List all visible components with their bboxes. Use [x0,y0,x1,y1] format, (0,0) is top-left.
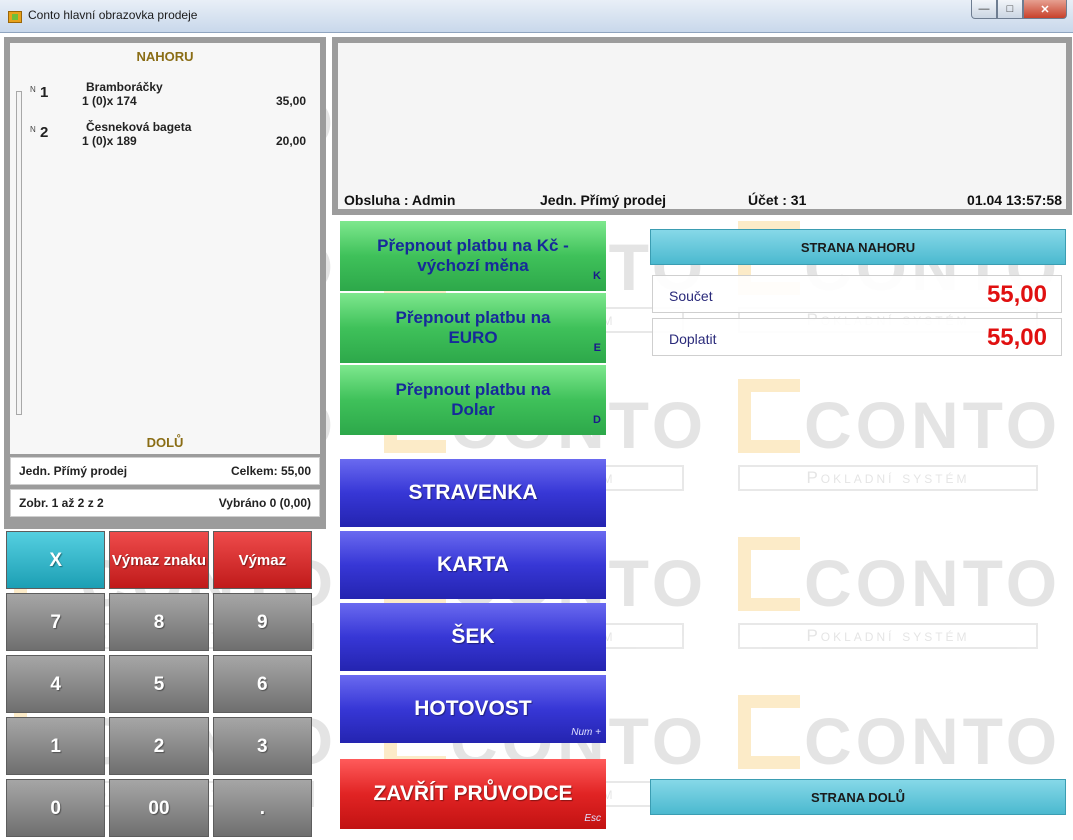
delete-button[interactable]: Výmaz [212,531,312,589]
item-price: 20,00 [275,134,306,148]
receipt-item[interactable]: N 1 Bramboráčky 1 (0)x 174 35,00 [18,80,318,121]
close-wizard-hotkey: Esc [584,813,601,824]
pay-card-button[interactable]: KARTA [340,531,606,599]
pay-cash-hotkey: Num + [571,727,601,738]
key-4[interactable]: 4 [6,655,106,713]
account-label: Účet : 31 [748,192,807,208]
due-row: Doplatit 55,00 [652,318,1062,356]
item-marker: N [30,85,36,94]
key-7[interactable]: 7 [6,593,106,651]
due-label: Doplatit [669,331,717,347]
due-value: 55,00 [986,324,1047,351]
key-8[interactable]: 8 [109,593,209,651]
maximize-icon: □ [1006,3,1014,15]
pay-euro-label: Přepnout platbu na EURO [395,308,551,347]
receipt-panel: NAHORU N 1 Bramboráčky 1 (0)x 174 35,00 … [4,37,326,529]
clear-button[interactable]: X [6,531,106,589]
page-down-button[interactable]: STRANA DOLŮ [650,779,1066,815]
page-up-button[interactable]: STRANA NAHORU [650,229,1066,265]
close-window-button[interactable]: ✕ [1023,0,1067,19]
item-quantity: 1 (0)x 189 [82,134,137,148]
display-screen: Obsluha : Admin Jedn. Přímý prodej Účet … [338,43,1066,209]
item-index: 2 [40,124,49,141]
key-9[interactable]: 9 [212,593,312,651]
item-marker: N [30,125,36,134]
app-icon [8,11,22,23]
key-00[interactable]: 00 [109,779,209,837]
backspace-button[interactable]: Výmaz znaku [109,531,209,589]
sum-value: 55,00 [986,281,1047,308]
pay-czk-label: Přepnout platbu na Kč - výchozí měna [377,236,569,275]
pay-usd-label: Přepnout platbu na Dolar [395,380,551,419]
key-2[interactable]: 2 [109,717,209,775]
display-mode: Jedn. Přímý prodej [540,192,667,208]
close-wizard-label: ZAVŘÍT PRŮVODCE [373,782,573,805]
key-6[interactable]: 6 [212,655,312,713]
pay-euro-hotkey: E [593,342,601,354]
key-decimal[interactable]: . [212,779,312,837]
sale-mode: Jedn. Přímý prodej [19,464,128,478]
item-index: 1 [40,84,49,101]
key-5[interactable]: 5 [109,655,209,713]
main-area: CONTOPokladní systém CONTOPokladní systé… [0,33,1073,840]
sum-label: Součet [669,288,713,304]
selected-info: Vybráno 0 (0,00) [218,496,311,510]
pay-cheque-label: ŠEK [451,625,495,648]
pay-cash-label: HOTOVOST [414,697,532,720]
datetime-label: 01.04 13:57:58 [967,192,1062,208]
key-1[interactable]: 1 [6,717,106,775]
paging-info: Zobr. 1 až 2 z 2 [19,496,104,510]
close-icon: ✕ [1040,3,1050,16]
pay-cheque-button[interactable]: ŠEK [340,603,606,671]
pay-voucher-button[interactable]: STRAVENKA [340,459,606,527]
item-name: Bramboráčky [86,80,163,94]
receipt-scroll-up[interactable]: NAHORU [10,49,320,64]
watermark-logo: CONTOPokladní systém [738,379,1057,499]
key-0[interactable]: 0 [6,779,106,837]
pay-usd-hotkey: D [593,414,601,426]
pay-card-label: KARTA [437,553,509,576]
maximize-button[interactable]: □ [997,0,1023,19]
pay-euro-button[interactable]: Přepnout platbu na EURO E [340,293,606,363]
window-controls: — □ ✕ [971,0,1067,20]
receipt-list[interactable]: NAHORU N 1 Bramboráčky 1 (0)x 174 35,00 … [10,43,320,454]
window-title: Conto hlavní obrazovka prodeje [28,8,198,22]
receipt-total: Celkem: 55,00 [230,464,311,478]
receipt-scroll-down[interactable]: DOLŮ [10,435,320,450]
minimize-icon: — [978,3,990,15]
title-bar: Conto hlavní obrazovka prodeje — □ ✕ [0,0,1073,33]
item-price: 35,00 [275,94,306,108]
receipt-paging-bar: Zobr. 1 až 2 z 2 Vybráno 0 (0,00) [10,489,320,517]
pay-czk-button[interactable]: Přepnout platbu na Kč - výchozí měna K [340,221,606,291]
item-name: Česneková bageta [86,120,192,134]
key-3[interactable]: 3 [212,717,312,775]
pay-cash-button[interactable]: HOTOVOST Num + [340,675,606,743]
customer-display: Obsluha : Admin Jedn. Přímý prodej Účet … [332,37,1072,215]
pay-usd-button[interactable]: Přepnout platbu na Dolar D [340,365,606,435]
watermark-logo: CONTOPokladní systém [738,537,1057,657]
close-wizard-button[interactable]: ZAVŘÍT PRŮVODCE Esc [340,759,606,829]
receipt-total-bar: Jedn. Přímý prodej Celkem: 55,00 [10,457,320,485]
receipt-item[interactable]: N 2 Česneková bageta 1 (0)x 189 20,00 [18,120,318,161]
pay-voucher-label: STRAVENKA [408,481,538,504]
minimize-button[interactable]: — [971,0,997,19]
item-quantity: 1 (0)x 174 [82,94,137,108]
sum-row: Součet 55,00 [652,275,1062,313]
numeric-keypad: X Výmaz znaku Výmaz 7 8 9 4 5 6 1 2 3 0 … [6,531,312,837]
operator-label: Obsluha : Admin [344,192,456,208]
pay-czk-hotkey: K [593,270,601,282]
